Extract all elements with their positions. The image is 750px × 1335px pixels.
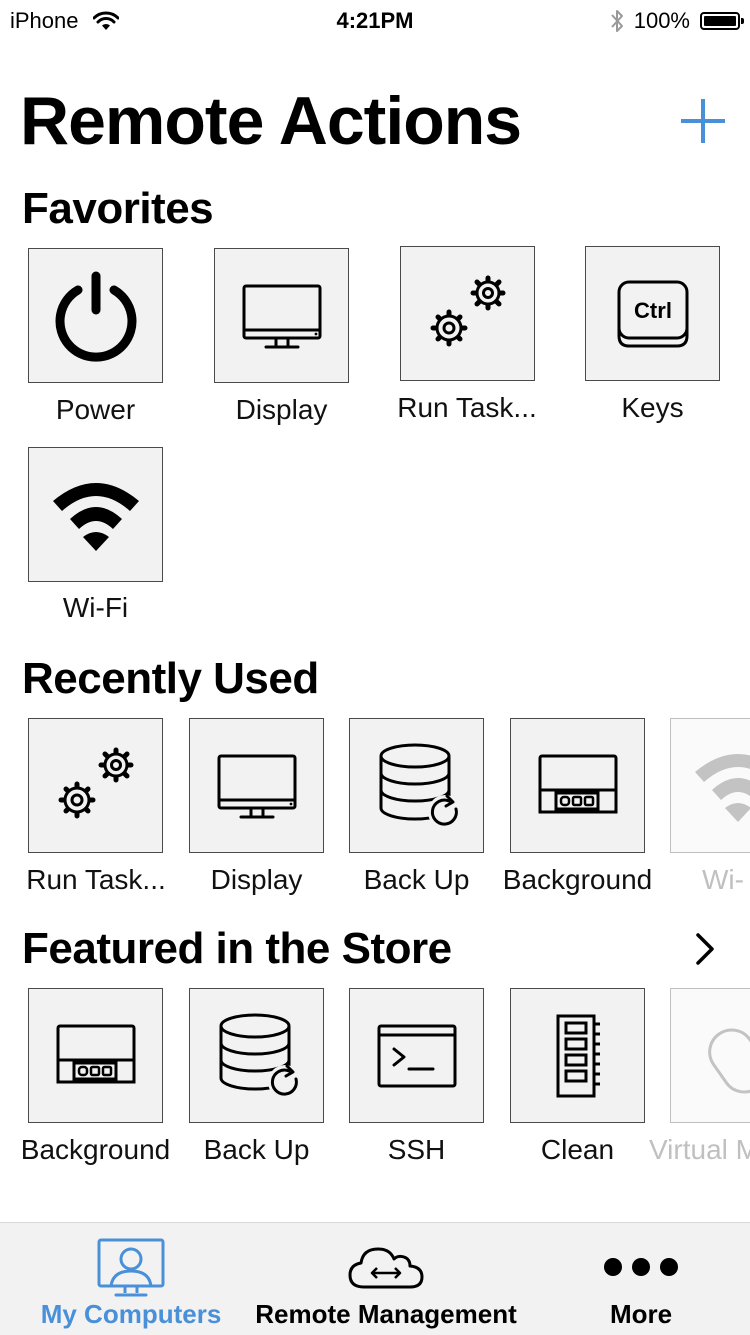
mouse-icon	[688, 1006, 750, 1106]
wifi-signal-icon	[93, 11, 119, 31]
favorite-power-label: Power	[28, 394, 163, 426]
add-button[interactable]	[678, 96, 728, 146]
background-icon	[528, 736, 628, 836]
cloud-icon	[346, 1243, 426, 1291]
battery-icon	[700, 12, 740, 30]
recent-wifi-tile[interactable]	[670, 718, 750, 853]
featured-back-up-tile[interactable]	[189, 988, 324, 1123]
favorite-run-task-tile[interactable]	[400, 246, 535, 381]
favorite-keys-tile[interactable]: Ctrl	[585, 246, 720, 381]
featured-title: Featured in the Store	[22, 924, 452, 974]
tab-bar: My Computers Remote Management More	[0, 1222, 750, 1335]
recent-display-label: Display	[189, 864, 324, 896]
tab-my-computers[interactable]: My Computers	[30, 1223, 232, 1335]
tab-remote-management[interactable]: Remote Management	[248, 1223, 524, 1335]
favorite-display-label: Display	[214, 394, 349, 426]
favorite-keys-label: Keys	[585, 392, 720, 424]
featured-background-label: Background	[8, 1134, 183, 1166]
gears-icon	[418, 264, 518, 364]
featured-virtual-mouse-label: Virtual M	[649, 1134, 750, 1166]
status-right: 100%	[610, 8, 740, 34]
favorites-title: Favorites	[22, 184, 213, 234]
background-icon	[46, 1006, 146, 1106]
featured-ssh-label: SSH	[349, 1134, 484, 1166]
monitor-icon	[232, 266, 332, 366]
tab-more-label: More	[580, 1299, 702, 1330]
carrier-label: iPhone	[10, 8, 79, 34]
ctrl-key-text: Ctrl	[634, 298, 672, 323]
featured-clean-label: Clean	[510, 1134, 645, 1166]
database-refresh-icon	[367, 736, 467, 836]
recently-used-title: Recently Used	[22, 654, 319, 704]
recent-display-tile[interactable]	[189, 718, 324, 853]
recent-background-label: Background	[485, 864, 670, 896]
favorite-power-tile[interactable]	[28, 248, 163, 383]
recent-wifi-label: Wi-	[702, 864, 744, 896]
terminal-icon	[367, 1006, 467, 1106]
favorite-wifi-label: Wi-Fi	[28, 592, 163, 624]
chevron-right-icon[interactable]	[690, 932, 720, 966]
featured-clean-tile[interactable]	[510, 988, 645, 1123]
featured-back-up-label: Back Up	[189, 1134, 324, 1166]
favorite-run-task-label: Run Task...	[386, 392, 548, 424]
status-bar: iPhone 4:21PM 100%	[0, 0, 750, 40]
tab-more[interactable]: More	[580, 1223, 702, 1335]
ctrl-key-icon: Ctrl	[603, 264, 703, 364]
battery-percent: 100%	[634, 8, 690, 34]
power-icon	[46, 266, 146, 366]
recent-background-tile[interactable]	[510, 718, 645, 853]
tab-my-computers-label: My Computers	[30, 1299, 232, 1330]
featured-ssh-tile[interactable]	[349, 988, 484, 1123]
wifi-icon	[46, 465, 146, 565]
my-computers-icon	[96, 1237, 166, 1299]
recent-run-task-label: Run Task...	[15, 864, 177, 896]
featured-background-tile[interactable]	[28, 988, 163, 1123]
wifi-icon	[688, 736, 750, 836]
more-dots-icon	[601, 1257, 681, 1277]
bluetooth-icon	[610, 8, 624, 34]
monitor-icon	[207, 736, 307, 836]
recent-back-up-label: Back Up	[349, 864, 484, 896]
featured-virtual-mouse-tile[interactable]	[670, 988, 750, 1123]
favorite-wifi-tile[interactable]	[28, 447, 163, 582]
tab-remote-management-label: Remote Management	[248, 1299, 524, 1330]
recent-run-task-tile[interactable]	[28, 718, 163, 853]
database-refresh-icon	[207, 1006, 307, 1106]
memory-icon	[528, 1006, 628, 1106]
status-left: iPhone	[10, 8, 119, 34]
favorite-display-tile[interactable]	[214, 248, 349, 383]
gears-icon	[46, 736, 146, 836]
recent-back-up-tile[interactable]	[349, 718, 484, 853]
page-title: Remote Actions	[20, 82, 521, 160]
